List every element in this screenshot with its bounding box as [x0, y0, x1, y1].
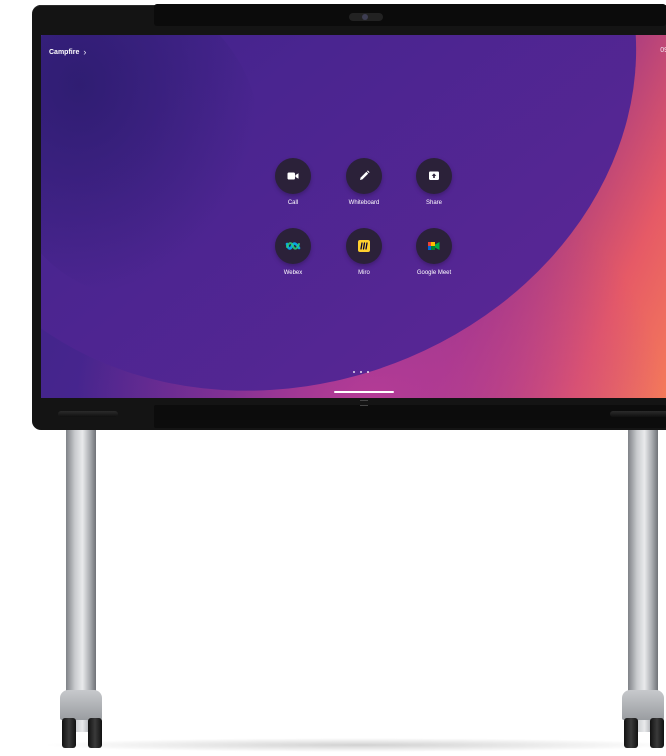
app-label: Whiteboard	[348, 200, 380, 206]
home-indicator-bar[interactable]	[334, 391, 394, 393]
stand-leg-left	[66, 420, 96, 732]
app-miro[interactable]: Miro	[329, 228, 399, 276]
camera-icon	[349, 13, 383, 21]
caster-wheel-right-front	[624, 718, 638, 748]
app-call[interactable]: Call	[258, 158, 328, 206]
caster-wheel-right-back	[650, 718, 664, 748]
stand-foot-right	[622, 690, 664, 720]
share-button[interactable]	[416, 158, 452, 194]
camera-bar	[154, 4, 666, 26]
location-breadcrumb[interactable]: Campfire ›	[49, 47, 86, 57]
stand-leg-right	[628, 420, 658, 732]
app-label: Share	[425, 200, 442, 206]
app-label: Call	[287, 200, 299, 206]
video-camera-icon	[287, 172, 299, 180]
speaker-grille-right	[610, 411, 666, 417]
share-upload-icon	[429, 171, 439, 180]
google-meet-button[interactable]	[416, 228, 452, 264]
caster-wheel-left-front	[62, 718, 76, 748]
page-indicator[interactable]	[353, 371, 369, 373]
floor-shadow	[40, 738, 666, 752]
caster-wheel-left-back	[88, 718, 102, 748]
google-meet-logo-icon	[428, 242, 440, 250]
page-dot	[360, 371, 362, 373]
app-webex[interactable]: Webex	[258, 228, 328, 276]
app-label: Miro	[358, 270, 370, 276]
miro-logo-icon	[358, 240, 370, 252]
device-logo	[360, 400, 368, 406]
clock-readout: 09	[660, 47, 666, 54]
stand-foot-left	[60, 690, 102, 720]
whiteboard-button[interactable]	[346, 158, 382, 194]
call-button[interactable]	[275, 158, 311, 194]
app-label: Google Meet	[416, 270, 452, 276]
speaker-grille-left	[58, 411, 118, 417]
page-dot	[353, 371, 355, 373]
chevron-right-icon: ›	[83, 47, 87, 57]
app-label: Webex	[283, 270, 303, 276]
bottom-speaker-bar	[154, 405, 666, 428]
app-share[interactable]: Share	[399, 158, 469, 206]
app-google-meet[interactable]: Google Meet	[399, 228, 469, 276]
webex-logo-icon	[285, 242, 301, 250]
page-dot	[367, 371, 369, 373]
location-label: Campfire	[49, 48, 80, 56]
home-screen: Campfire › 09 Call Whiteboard Sh	[41, 35, 666, 398]
miro-button[interactable]	[346, 228, 382, 264]
app-whiteboard[interactable]: Whiteboard	[329, 158, 399, 206]
webex-button[interactable]	[275, 228, 311, 264]
pencil-icon	[360, 170, 370, 180]
